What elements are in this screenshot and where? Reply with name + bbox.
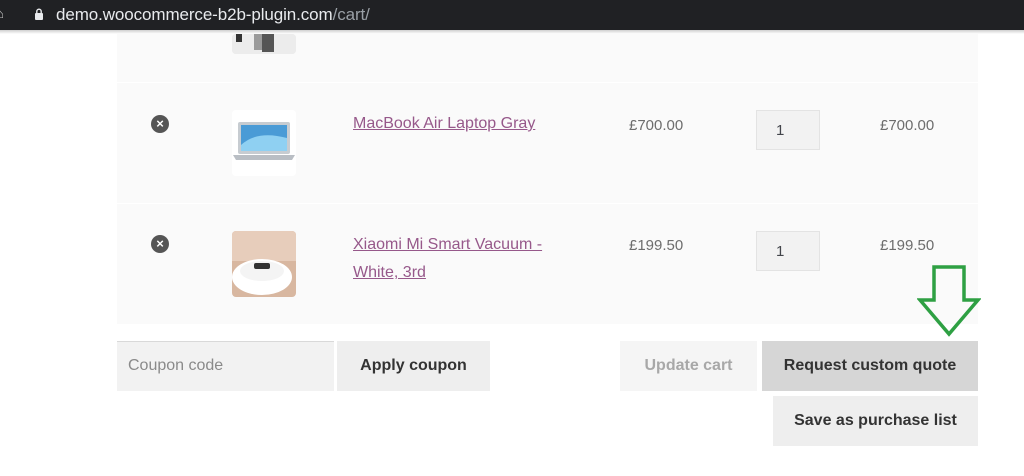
remove-circle-icon: × (156, 116, 164, 131)
browser-url-bar[interactable]: ⌂ demo.woocommerce-b2b-plugin.com/cart/ (0, 0, 1024, 30)
product-name-link[interactable]: MacBook Air Laptop Gray (353, 110, 583, 138)
product-thumbnail-macbook[interactable] (232, 110, 296, 176)
row-divider (117, 82, 978, 83)
save-as-purchase-list-button[interactable]: Save as purchase list (773, 396, 978, 446)
product-price: £199.50 (629, 237, 684, 254)
product-subtotal: £700.00 (880, 117, 935, 134)
product-subtotal: £199.50 (880, 237, 935, 254)
product-name-link[interactable]: Xiaomi Mi Smart Vacuum - White, 3rd (353, 231, 583, 287)
update-cart-button[interactable]: Update cart (620, 341, 757, 391)
row-divider (117, 203, 978, 204)
remove-circle-icon: × (156, 236, 164, 251)
coupon-code-input[interactable]: Coupon code (117, 341, 334, 391)
url-path: /cart/ (332, 5, 370, 24)
product-name-line2: White, 3rd (353, 264, 426, 281)
product-name-line1: Xiaomi Mi Smart Vacuum - (353, 236, 543, 253)
url-text[interactable]: demo.woocommerce-b2b-plugin.com/cart/ (56, 5, 370, 25)
product-price: £700.00 (629, 117, 684, 134)
phone-image (232, 34, 296, 54)
remove-item-button[interactable]: × (151, 235, 169, 253)
url-host: demo.woocommerce-b2b-plugin.com (56, 5, 333, 24)
down-arrow-annotation (917, 265, 981, 337)
laptop-image (232, 110, 296, 176)
request-custom-quote-button[interactable]: Request custom quote (762, 341, 978, 391)
quantity-input[interactable]: 1 (756, 231, 820, 271)
lock-icon (35, 8, 43, 20)
home-icon[interactable]: ⌂ (0, 6, 6, 22)
product-thumbnail-partial[interactable] (232, 34, 296, 54)
vacuum-image (232, 231, 296, 297)
product-thumbnail-vacuum[interactable] (232, 231, 296, 297)
quantity-input[interactable]: 1 (756, 110, 820, 150)
remove-item-button[interactable]: × (151, 115, 169, 133)
apply-coupon-button[interactable]: Apply coupon (337, 341, 490, 391)
